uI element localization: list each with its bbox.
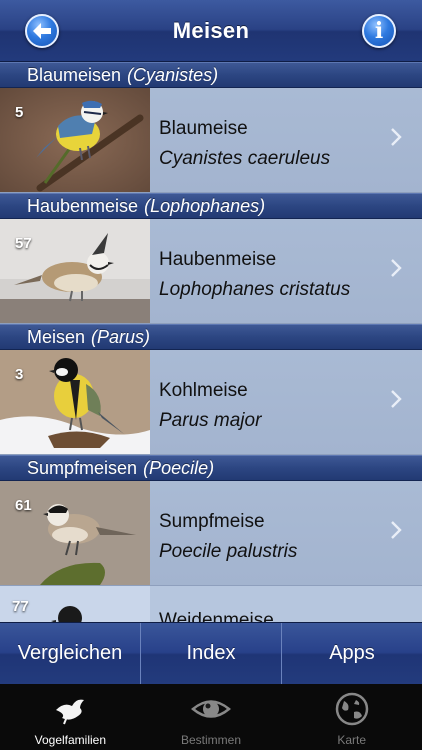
count-badge: 61 bbox=[15, 497, 32, 514]
section-genus: (Parus) bbox=[91, 327, 151, 347]
common-name: Blaumeise bbox=[159, 118, 248, 139]
chevron-right-icon bbox=[391, 521, 402, 539]
species-row-kohlmeise[interactable]: 3 Kohlmeise Parus major bbox=[0, 350, 422, 455]
section-genus: (Cyanistes) bbox=[127, 65, 219, 85]
bottom-button-bar: Vergleichen Index Apps bbox=[0, 622, 422, 684]
navigation-bar: Meisen i bbox=[0, 0, 422, 62]
apps-button[interactable]: Apps bbox=[282, 623, 422, 684]
page-title: Meisen bbox=[172, 18, 250, 43]
section-name: Meisen bbox=[27, 327, 86, 347]
species-row-weidenmeise[interactable]: 77 Weidenmeise bbox=[0, 586, 422, 622]
tab-label: Vogelfamilien bbox=[34, 733, 107, 747]
count-badge: 5 bbox=[15, 104, 24, 121]
eye-icon bbox=[191, 700, 231, 718]
index-button[interactable]: Index bbox=[141, 623, 282, 684]
common-name: Haubenmeise bbox=[159, 249, 277, 270]
count-badge: 57 bbox=[15, 235, 32, 252]
count-badge: 3 bbox=[15, 366, 24, 383]
section-header: Sumpfmeisen (Poecile) bbox=[0, 455, 422, 481]
compare-button[interactable]: Vergleichen bbox=[0, 623, 141, 684]
section-name: Blaumeisen bbox=[27, 65, 122, 85]
section-name: Haubenmeise bbox=[27, 196, 139, 216]
globe-icon bbox=[335, 692, 368, 726]
bird-icon bbox=[56, 699, 85, 725]
section-header: Meisen (Parus) bbox=[0, 324, 422, 350]
common-name: Kohlmeise bbox=[159, 380, 248, 401]
tab-label: Bestimmen bbox=[180, 733, 242, 747]
latin-name: Parus major bbox=[159, 410, 262, 431]
common-name: Weidenmeise bbox=[159, 610, 274, 622]
latin-name: Cyanistes caeruleus bbox=[159, 148, 331, 169]
section-genus: (Lophophanes) bbox=[144, 196, 266, 216]
common-name: Sumpfmeise bbox=[159, 511, 265, 532]
latin-name: Poecile palustris bbox=[159, 541, 298, 562]
section-header: Blaumeisen (Cyanistes) bbox=[0, 62, 422, 88]
species-row-blaumeise[interactable]: 5 Blaumeise Cyanistes caeruleus bbox=[0, 88, 422, 193]
chevron-right-icon bbox=[391, 390, 402, 408]
tab-label: Karte bbox=[337, 733, 367, 747]
species-row-sumpfmeise[interactable]: 61 Sumpfmeise Poecile palustris bbox=[0, 481, 422, 586]
tab-karte[interactable]: Karte bbox=[281, 684, 422, 750]
species-list[interactable]: Blaumeisen (Cyanistes) 5 Blaumeise Cyanis… bbox=[0, 62, 422, 622]
latin-name: Lophophanes cristatus bbox=[159, 279, 351, 300]
info-icon: i bbox=[374, 17, 384, 44]
section-genus: (Poecile) bbox=[143, 458, 215, 478]
species-row-haubenmeise[interactable]: 57 Haubenmeise Lophophanes cristatus bbox=[0, 219, 422, 324]
count-badge: 77 bbox=[12, 598, 29, 615]
section-header: Haubenmeise (Lophophanes) bbox=[0, 193, 422, 219]
chevron-right-icon bbox=[391, 259, 402, 277]
tab-bar: Vogelfamilien Bestimmen Karte bbox=[0, 684, 422, 750]
chevron-right-icon bbox=[391, 128, 402, 146]
tab-bestimmen[interactable]: Bestimmen bbox=[141, 684, 282, 750]
info-button[interactable]: i bbox=[362, 14, 396, 48]
section-name: Sumpfmeisen bbox=[27, 458, 138, 478]
tab-vogelfamilien[interactable]: Vogelfamilien bbox=[0, 684, 141, 750]
